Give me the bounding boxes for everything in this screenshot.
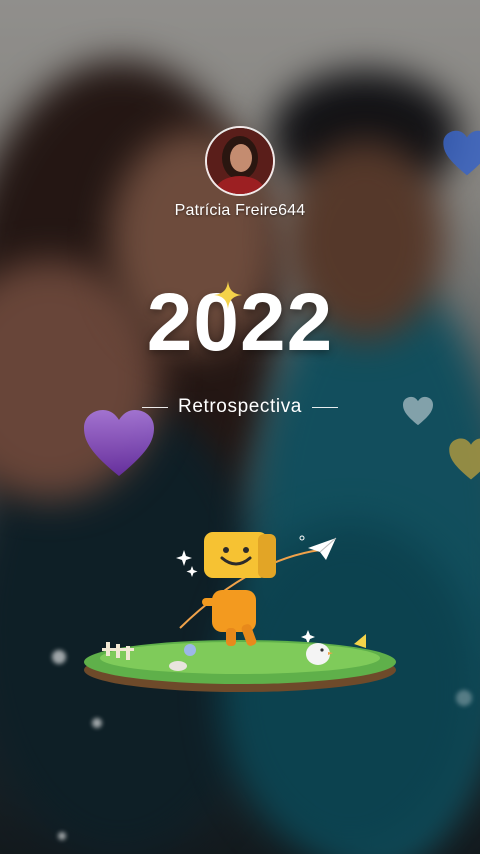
mascot-illustration — [84, 532, 396, 692]
yellow-heart-icon — [449, 438, 480, 480]
purple-heart-icon — [84, 410, 154, 476]
mascot-character — [202, 532, 276, 646]
glow-dot — [456, 690, 472, 706]
username: Patrícia Freire644 — [174, 202, 306, 219]
sparkle-icon — [214, 281, 242, 309]
recap-subtitle: Retrospectiva — [178, 396, 302, 417]
profile-header: Patrícia Freire644 — [0, 126, 480, 220]
paper-plane-icon — [308, 537, 337, 560]
divider-right — [311, 406, 338, 408]
subtitle-row: Retrospectiva — [0, 396, 480, 418]
glow-dot — [52, 650, 66, 664]
glow-dot — [92, 718, 102, 728]
avatar[interactable] — [205, 126, 275, 196]
divider-left — [142, 406, 169, 408]
glow-dot — [58, 832, 66, 840]
